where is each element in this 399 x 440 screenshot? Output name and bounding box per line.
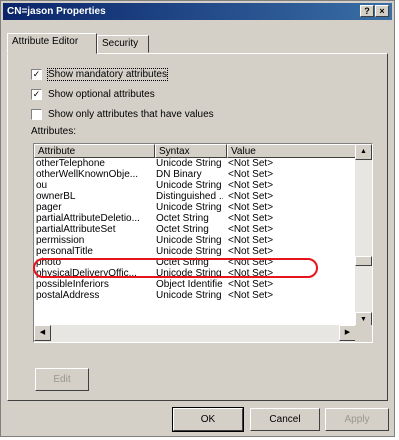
cell-attribute: permission: [36, 235, 85, 246]
cell-syntax: Distinguished ...: [156, 191, 223, 202]
show-mandatory-checkbox[interactable]: ✓: [31, 68, 42, 80]
scroll-up-icon[interactable]: ▲: [355, 144, 372, 160]
cell-value: <Not Set>: [228, 202, 274, 213]
tab-security[interactable]: Security: [97, 35, 149, 53]
show-only-values-option[interactable]: Show only attributes that have values: [31, 107, 214, 121]
table-row[interactable]: possibleInferiors Object Identifier <Not S…: [34, 279, 356, 290]
cell-syntax: Octet String: [156, 224, 209, 235]
table-row[interactable]: permission Unicode String <Not Set>: [34, 235, 356, 246]
cell-syntax: Unicode String: [156, 180, 222, 191]
table-row[interactable]: partialAttributeDeletio... Octet String <N…: [34, 213, 356, 224]
cell-attribute: personalTitle: [36, 246, 93, 257]
cell-value: <Not Set>: [228, 290, 274, 301]
table-row[interactable]: pager Unicode String <Not Set>: [34, 202, 356, 213]
cell-value: <Not Set>: [228, 158, 274, 169]
show-optional-option[interactable]: ✓ Show optional attributes: [31, 87, 155, 101]
cell-attribute: partialAttributeDeletio...: [36, 213, 140, 224]
edit-button[interactable]: Edit: [35, 368, 89, 391]
cell-value: <Not Set>: [228, 213, 274, 224]
show-only-values-checkbox[interactable]: [31, 108, 42, 120]
table-row[interactable]: otherTelephone Unicode String <Not Set>: [34, 158, 356, 169]
cell-value: <Not Set>: [228, 224, 274, 235]
cell-attribute: pager: [36, 202, 62, 213]
cell-attribute: ownerBL: [36, 191, 76, 202]
cell-syntax: Object Identifier: [156, 279, 223, 290]
tab-attribute-editor[interactable]: Attribute Editor: [7, 33, 97, 54]
cell-syntax: Unicode String: [156, 290, 222, 301]
cell-value: <Not Set>: [228, 191, 274, 202]
show-optional-checkbox[interactable]: ✓: [31, 88, 42, 100]
show-mandatory-label: Show mandatory attributes: [47, 67, 168, 81]
cell-value: <Not Set>: [228, 246, 274, 257]
cell-value: <Not Set>: [228, 279, 274, 290]
column-header-attribute[interactable]: Attribute: [34, 144, 155, 158]
cell-attribute: possibleInferiors: [36, 279, 109, 290]
scroll-right-icon[interactable]: ▶: [339, 325, 356, 341]
table-row[interactable]: partialAttributeSet Octet String <Not Set>: [34, 224, 356, 235]
ok-button[interactable]: OK: [172, 407, 244, 432]
cell-syntax: Unicode String: [156, 246, 222, 257]
column-header-syntax[interactable]: Syntax: [155, 144, 227, 158]
cell-value: <Not Set>: [228, 169, 274, 180]
attributes-list-header: Attribute Syntax Value: [34, 144, 356, 158]
cell-attribute: ou: [36, 180, 48, 191]
table-row[interactable]: otherWellKnownObje... DN Binary <Not Set>: [34, 169, 356, 180]
horizontal-scrollbar[interactable]: ◀ ▶: [34, 325, 356, 342]
show-only-values-label: Show only attributes that have values: [48, 108, 214, 120]
cell-attribute: otherWellKnownObje...: [36, 169, 139, 180]
cancel-button[interactable]: Cancel: [250, 408, 320, 431]
attribute-editor-panel: ✓ Show mandatory attributes ✓ Show optio…: [7, 53, 388, 401]
permission-row-highlight: [33, 258, 318, 278]
properties-dialog: CN=jason Properties ? × Attribute Editor…: [0, 0, 395, 437]
vertical-scrollbar[interactable]: ▲ ▼: [355, 144, 372, 328]
table-row[interactable]: postalAddress Unicode String <Not Set>: [34, 290, 356, 301]
help-button[interactable]: ?: [360, 5, 374, 17]
show-optional-label: Show optional attributes: [48, 88, 155, 100]
attributes-list-rows: otherTelephone Unicode String <Not Set> oth…: [34, 158, 356, 301]
window-title: CN=jason Properties: [7, 6, 106, 17]
table-row[interactable]: ou Unicode String <Not Set>: [34, 180, 356, 191]
cell-syntax: DN Binary: [156, 169, 202, 180]
close-button[interactable]: ×: [375, 5, 389, 17]
cell-value: <Not Set>: [228, 235, 274, 246]
vertical-scroll-thumb[interactable]: [355, 256, 372, 266]
cell-syntax: Unicode String: [156, 235, 222, 246]
attributes-list[interactable]: Attribute Syntax Value otherTelephone Uni…: [33, 143, 373, 343]
scroll-left-icon[interactable]: ◀: [34, 325, 51, 341]
attributes-label: Attributes:: [31, 126, 77, 137]
cell-value: <Not Set>: [228, 180, 274, 191]
cell-syntax: Octet String: [156, 213, 209, 224]
cell-attribute: partialAttributeSet: [36, 224, 116, 235]
column-header-value[interactable]: Value: [227, 144, 356, 158]
show-mandatory-option[interactable]: ✓ Show mandatory attributes: [31, 67, 168, 81]
title-bar[interactable]: CN=jason Properties ? ×: [3, 3, 392, 20]
cell-attribute: postalAddress: [36, 290, 100, 301]
table-row[interactable]: personalTitle Unicode String <Not Set>: [34, 246, 356, 257]
cell-attribute: otherTelephone: [36, 158, 105, 169]
cell-syntax: Unicode String: [156, 158, 222, 169]
scrollbar-corner: [355, 325, 372, 342]
table-row[interactable]: ownerBL Distinguished ... <Not Set>: [34, 191, 356, 202]
cell-syntax: Unicode String: [156, 202, 222, 213]
apply-button[interactable]: Apply: [325, 408, 389, 431]
